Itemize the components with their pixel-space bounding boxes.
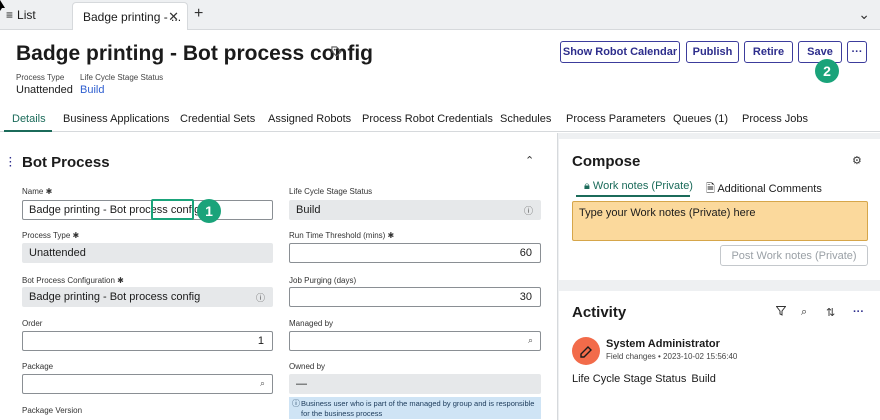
document-icon: 🗎︎ — [706, 183, 715, 195]
config-field: Badge printing - Bot process config ⓘ — [22, 287, 273, 307]
activity-change: Life Cycle Stage Status Build — [572, 373, 716, 385]
tab-process-jobs[interactable]: Process Jobs — [742, 113, 808, 125]
owned-label: Owned by — [289, 362, 326, 371]
annotation-badge-2: 2 — [815, 59, 839, 83]
tab-process-parameters[interactable]: Process Parameters — [566, 113, 666, 125]
edit-icon — [579, 345, 592, 358]
section-title: Bot Process — [22, 154, 110, 171]
tab-assigned-robots[interactable]: Assigned Robots — [268, 113, 351, 125]
annotation-highlight — [151, 199, 194, 220]
section-tabs: Details Business Applications Credential… — [0, 108, 880, 132]
runtime-field-value: 60 — [519, 247, 532, 259]
close-icon[interactable]: ✕ — [168, 9, 179, 25]
search-icon[interactable]: ⌕ — [260, 378, 265, 389]
tab-list[interactable]: ≡ List — [0, 0, 36, 30]
tag-icon[interactable] — [331, 46, 342, 60]
name-field[interactable]: Badge printing - Bot process config — [22, 200, 273, 220]
runtime-field[interactable]: 60 — [289, 243, 541, 263]
publish-button[interactable]: Publish — [686, 41, 739, 63]
lifecycle-field-label: Life Cycle Stage Status — [289, 187, 373, 196]
menu-icon: ≡ — [6, 8, 14, 22]
tab-work-notes-label: Work notes (Private) — [592, 180, 693, 192]
filter-icon[interactable] — [775, 306, 787, 319]
chevron-down-icon[interactable]: ⌄ — [858, 6, 870, 23]
owned-info-text: Business user who is part of the managed… — [301, 399, 535, 418]
active-compose-tab-indicator — [576, 195, 690, 197]
tab-queues[interactable]: Queues (1) — [673, 113, 728, 125]
activity-change-label: Life Cycle Stage Status — [572, 373, 687, 385]
collapse-icon[interactable]: ⌃ — [525, 154, 534, 167]
config-field-value: Badge printing - Bot process config — [29, 291, 201, 303]
package-label: Package — [22, 362, 54, 371]
retire-button[interactable]: Retire — [744, 41, 793, 63]
tab-list-label: List — [17, 8, 36, 22]
sort-icon[interactable]: ⇅ — [826, 306, 835, 319]
lifecycle-field: Build ⓘ — [289, 200, 541, 220]
tab-schedules[interactable]: Schedules — [500, 113, 551, 125]
process-type-value: Unattended — [16, 84, 73, 96]
owned-info-box: ⓘ Business user who is part of the manag… — [289, 397, 541, 419]
owned-field-value: — — [296, 378, 307, 390]
activity-change-value: Build — [691, 373, 716, 385]
show-robot-calendar-button[interactable]: Show Robot Calendar — [560, 41, 680, 63]
activity-title: Activity — [572, 304, 627, 321]
purging-field[interactable]: 30 — [289, 287, 541, 307]
info-icon: ⓘ — [523, 206, 533, 216]
work-notes-input[interactable]: Type your Work notes (Private) here — [572, 201, 868, 241]
active-tab-indicator — [4, 130, 52, 132]
lifecycle-label: Life Cycle Stage Status — [80, 73, 164, 82]
tab-credential-sets[interactable]: Credential Sets — [180, 113, 255, 125]
avatar — [572, 337, 600, 365]
tab-business-applications[interactable]: Business Applications — [63, 113, 169, 125]
purging-field-value: 30 — [519, 291, 532, 303]
more-icon[interactable]: ··· — [853, 306, 864, 318]
lock-icon: 🔒︎ — [584, 180, 590, 192]
drag-handle-icon[interactable]: · · · — [9, 154, 12, 172]
search-icon[interactable]: ⌕ — [801, 306, 807, 319]
managed-field[interactable]: ⌕ — [289, 331, 541, 351]
browser-tab-bar: ≡ List Badge printing - ... ✕ + ⌄ — [0, 0, 880, 30]
add-tab-button[interactable]: + — [194, 5, 203, 23]
info-icon: ⓘ — [292, 399, 300, 408]
tab-badge-printing-label: Badge printing - ... — [83, 9, 182, 24]
compose-title: Compose — [572, 153, 641, 170]
package-version-label: Package Version — [22, 406, 83, 415]
order-field[interactable]: 1 — [22, 331, 273, 351]
config-label: Bot Process Configuration ✱ — [22, 276, 124, 285]
order-field-value: 1 — [257, 335, 264, 347]
lifecycle-field-value: Build — [296, 204, 321, 216]
process-type-field-value: Unattended — [29, 247, 86, 259]
tab-additional-comments[interactable]: 🗎︎ Additional Comments — [706, 180, 822, 199]
purging-label: Job Purging (days) — [289, 276, 357, 285]
post-work-notes-button[interactable]: Post Work notes (Private) — [720, 245, 868, 266]
search-icon[interactable]: ⌕ — [528, 335, 533, 346]
name-label: Name ✱ — [22, 187, 53, 196]
lifecycle-link[interactable]: Build — [80, 84, 104, 96]
package-field[interactable]: ⌕ — [22, 374, 273, 394]
tab-details[interactable]: Details — [12, 113, 46, 125]
annotation-badge-1: 1 — [197, 199, 221, 223]
process-type-field: Unattended — [22, 243, 273, 263]
tab-work-notes[interactable]: 🔒︎ Work notes (Private) — [584, 180, 693, 193]
tab-badge-printing[interactable]: Badge printing - ... ✕ — [72, 2, 188, 30]
managed-label: Managed by — [289, 319, 334, 328]
activity-meta: Field changes • 2023-10-02 15:56:40 — [606, 352, 738, 361]
runtime-label: Run Time Threshold (mins) ✱ — [289, 231, 395, 240]
tab-additional-comments-label: Additional Comments — [717, 183, 822, 195]
info-icon: ⓘ — [255, 293, 265, 303]
owned-field: — — [289, 374, 541, 394]
page-title: Badge printing - Bot process config — [16, 42, 374, 65]
process-type-label: Process Type — [16, 73, 65, 82]
process-type-field-label: Process Type ✱ — [22, 231, 80, 240]
order-label: Order — [22, 319, 43, 328]
more-actions-button[interactable]: ··· — [847, 41, 867, 63]
settings-icon[interactable]: ⚙ — [852, 154, 862, 167]
tab-process-robot-credentials[interactable]: Process Robot Credentials — [362, 113, 493, 125]
activity-user: System Administrator — [606, 338, 720, 350]
